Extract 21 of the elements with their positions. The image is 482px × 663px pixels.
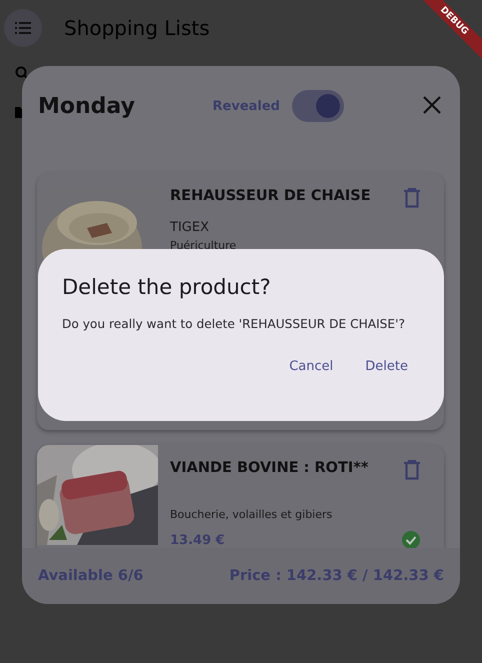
delete-button[interactable]	[402, 188, 422, 210]
toggle-switch[interactable]	[292, 90, 344, 122]
dialog-button[interactable]: Delete	[353, 351, 420, 382]
trash-icon	[404, 460, 420, 480]
menu-button[interactable]	[4, 9, 42, 47]
product-category: Puériculture	[170, 239, 238, 252]
toggle-label: Revealed	[212, 98, 280, 114]
list-icon	[15, 22, 31, 34]
dialog-message: Do you really want to delete 'REHAUSSEUR DE CHAISE'?	[62, 317, 406, 331]
search-icon	[15, 66, 29, 80]
product-name: VIANDE BOVINE : ROTI**	[170, 460, 370, 476]
app-title: Shopping Lists	[64, 16, 210, 40]
delete-button[interactable]	[402, 460, 422, 482]
product-category: Boucherie, volailles et gibiers	[170, 508, 334, 521]
dialog-button[interactable]: Cancel	[277, 351, 346, 382]
product-brand: TIGEX	[170, 220, 210, 235]
dialog-title: Delete the product?	[62, 275, 272, 299]
close-icon	[423, 96, 441, 114]
product-name: REHAUSSEUR DE CHAISE	[170, 188, 372, 204]
trash-icon	[404, 188, 420, 208]
sheet-title: Monday	[38, 94, 136, 118]
